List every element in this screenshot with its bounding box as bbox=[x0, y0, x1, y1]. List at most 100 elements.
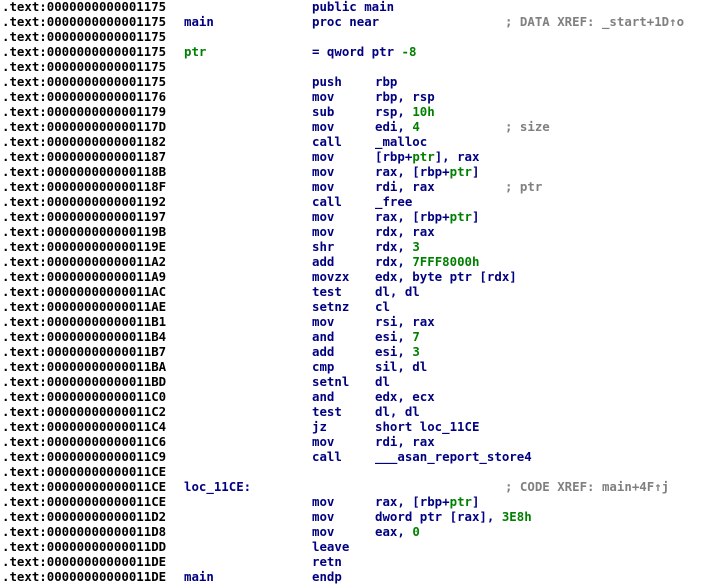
line-operands[interactable]: rdx, 7FFF8000h bbox=[375, 254, 479, 269]
line-address[interactable]: .text:0000000000001175 bbox=[2, 74, 166, 89]
listing-line[interactable]: .text:00000000000011DD leave bbox=[0, 539, 702, 554]
line-operands[interactable]: ___asan_report_store4 bbox=[375, 449, 532, 464]
listing-line[interactable]: .text:00000000000011C2 test dl, dl bbox=[0, 404, 702, 419]
line-address[interactable]: .text:0000000000001176 bbox=[2, 89, 166, 104]
listing-line[interactable]: .text:00000000000011C6 mov rdi, rax bbox=[0, 434, 702, 449]
line-address[interactable]: .text:00000000000011C9 bbox=[2, 449, 166, 464]
listing-line[interactable]: .text:0000000000001175 ptr = qword ptr -8 bbox=[0, 44, 702, 59]
line-address[interactable]: .text:00000000000011AE bbox=[2, 299, 166, 314]
line-operands[interactable]: rdx, rax bbox=[375, 224, 435, 239]
listing-line[interactable]: .text:00000000000011CE bbox=[0, 464, 702, 479]
listing-line[interactable]: .text:00000000000011B7 add esi, 3 bbox=[0, 344, 702, 359]
listing-line[interactable]: .text:00000000000011CE mov rax, [rbp+ptr] bbox=[0, 494, 702, 509]
line-operands[interactable]: edx, byte ptr [rdx] bbox=[375, 269, 517, 284]
listing-line[interactable]: .text:00000000000011C9 call ___asan_report… bbox=[0, 449, 702, 464]
disassembly-listing[interactable]: .text:0000000000001175 public main .text:0… bbox=[0, 0, 702, 584]
line-address[interactable]: .text:0000000000001175 bbox=[2, 44, 166, 59]
line-address[interactable]: .text:00000000000011B7 bbox=[2, 344, 166, 359]
listing-line[interactable]: .text:0000000000001175 push rbp bbox=[0, 74, 702, 89]
listing-line[interactable]: .text:0000000000001175 public main bbox=[0, 0, 702, 14]
line-operands[interactable]: dl, dl bbox=[375, 404, 420, 419]
line-label[interactable]: main bbox=[184, 14, 214, 29]
line-address[interactable]: .text:000000000000119E bbox=[2, 239, 166, 254]
listing-line[interactable]: .text:000000000000119E shr rdx, 3 bbox=[0, 239, 702, 254]
line-address[interactable]: .text:00000000000011DE bbox=[2, 569, 166, 584]
line-address[interactable]: .text:00000000000011C6 bbox=[2, 434, 166, 449]
listing-line[interactable]: .text:00000000000011B1 mov rsi, rax bbox=[0, 314, 702, 329]
line-address[interactable]: .text:000000000000117D bbox=[2, 119, 166, 134]
line-address[interactable]: .text:0000000000001175 bbox=[2, 14, 166, 29]
line-operands[interactable]: dl, dl bbox=[375, 284, 420, 299]
line-label[interactable]: main bbox=[184, 569, 214, 584]
line-address[interactable]: .text:0000000000001182 bbox=[2, 134, 166, 149]
line-operands[interactable]: [rbp+ptr], rax bbox=[375, 149, 479, 164]
listing-line[interactable]: .text:0000000000001176 mov rbp, rsp bbox=[0, 89, 702, 104]
line-operands[interactable]: rdi, rax bbox=[375, 434, 435, 449]
listing-line[interactable]: .text:00000000000011B4 and esi, 7 bbox=[0, 329, 702, 344]
line-address[interactable]: .text:00000000000011DD bbox=[2, 539, 166, 554]
line-address[interactable]: .text:00000000000011C0 bbox=[2, 389, 166, 404]
listing-line[interactable]: .text:000000000000118F mov rdi, rax ; ptr bbox=[0, 179, 702, 194]
line-address[interactable]: .text:000000000000118F bbox=[2, 179, 166, 194]
line-operands[interactable]: rsi, rax bbox=[375, 314, 435, 329]
line-operands[interactable]: rax, [rbp+ptr] bbox=[375, 209, 479, 224]
line-operands[interactable]: rax, [rbp+ptr] bbox=[375, 494, 479, 509]
line-address[interactable]: .text:000000000000119B bbox=[2, 224, 166, 239]
listing-line[interactable]: .text:00000000000011BA cmp sil, dl bbox=[0, 359, 702, 374]
listing-line[interactable]: .text:00000000000011D8 mov eax, 0 bbox=[0, 524, 702, 539]
listing-line[interactable]: .text:00000000000011BD setnl dl bbox=[0, 374, 702, 389]
line-address[interactable]: .text:0000000000001175 bbox=[2, 59, 166, 74]
line-address[interactable]: .text:00000000000011B4 bbox=[2, 329, 166, 344]
listing-line[interactable]: .text:0000000000001192 call _free bbox=[0, 194, 702, 209]
line-address[interactable]: .text:00000000000011A2 bbox=[2, 254, 166, 269]
line-address[interactable]: .text:00000000000011AC bbox=[2, 284, 166, 299]
line-operands[interactable]: esi, 3 bbox=[375, 344, 420, 359]
line-operands[interactable]: _free bbox=[375, 194, 412, 209]
line-address[interactable]: .text:00000000000011D8 bbox=[2, 524, 166, 539]
line-address[interactable]: .text:0000000000001175 bbox=[2, 29, 166, 44]
line-operands[interactable]: cl bbox=[375, 299, 390, 314]
line-operands[interactable]: rax, [rbp+ptr] bbox=[375, 164, 479, 179]
listing-line[interactable]: .text:000000000000117D mov edi, 4 ; size bbox=[0, 119, 702, 134]
line-address[interactable]: .text:00000000000011D2 bbox=[2, 509, 166, 524]
line-address[interactable]: .text:00000000000011C4 bbox=[2, 419, 166, 434]
line-address[interactable]: .text:00000000000011A9 bbox=[2, 269, 166, 284]
line-operands[interactable]: dword ptr [rax], 3E8h bbox=[375, 509, 532, 524]
line-operands[interactable]: rdi, rax bbox=[375, 179, 435, 194]
line-operands[interactable]: sil, dl bbox=[375, 359, 427, 374]
line-address[interactable]: .text:00000000000011CE bbox=[2, 494, 166, 509]
line-address[interactable]: .text:00000000000011CE bbox=[2, 479, 166, 494]
listing-line[interactable]: .text:0000000000001179 sub rsp, 10h bbox=[0, 104, 702, 119]
line-operands[interactable]: rbp, rsp bbox=[375, 89, 435, 104]
listing-line[interactable]: .text:00000000000011DE main endp bbox=[0, 569, 702, 584]
line-address[interactable]: .text:00000000000011DE bbox=[2, 554, 166, 569]
line-operands[interactable]: esi, 7 bbox=[375, 329, 420, 344]
listing-line[interactable]: .text:00000000000011AE setnz cl bbox=[0, 299, 702, 314]
listing-line[interactable]: .text:0000000000001175 bbox=[0, 59, 702, 74]
listing-line[interactable]: .text:0000000000001187 mov [rbp+ptr], rax bbox=[0, 149, 702, 164]
listing-line[interactable]: .text:00000000000011CE loc_11CE: ; CODE XR… bbox=[0, 479, 702, 494]
listing-line[interactable]: .text:00000000000011A9 movzx edx, byte ptr… bbox=[0, 269, 702, 284]
line-address[interactable]: .text:0000000000001197 bbox=[2, 209, 166, 224]
line-address[interactable]: .text:00000000000011BA bbox=[2, 359, 166, 374]
line-operands[interactable]: rbp bbox=[375, 74, 397, 89]
line-operands[interactable]: edi, 4 bbox=[375, 119, 420, 134]
line-label[interactable]: loc_11CE: bbox=[184, 479, 251, 494]
line-operands[interactable]: edx, ecx bbox=[375, 389, 435, 404]
line-address[interactable]: .text:0000000000001179 bbox=[2, 104, 166, 119]
line-operands[interactable]: rsp, 10h bbox=[375, 104, 435, 119]
line-operands[interactable]: eax, 0 bbox=[375, 524, 420, 539]
line-operands[interactable]: rdx, 3 bbox=[375, 239, 420, 254]
listing-line[interactable]: .text:0000000000001175 main proc near ; DAT… bbox=[0, 14, 702, 29]
listing-line[interactable]: .text:00000000000011C0 and edx, ecx bbox=[0, 389, 702, 404]
listing-line[interactable]: .text:00000000000011D2 mov dword ptr [rax]… bbox=[0, 509, 702, 524]
listing-line[interactable]: .text:00000000000011AC test dl, dl bbox=[0, 284, 702, 299]
line-address[interactable]: .text:00000000000011CE bbox=[2, 464, 166, 479]
listing-line[interactable]: .text:000000000000119B mov rdx, rax bbox=[0, 224, 702, 239]
line-address[interactable]: .text:0000000000001187 bbox=[2, 149, 166, 164]
listing-line[interactable]: .text:0000000000001175 bbox=[0, 29, 702, 44]
listing-line[interactable]: .text:00000000000011DE retn bbox=[0, 554, 702, 569]
listing-line[interactable]: .text:000000000000118B mov rax, [rbp+ptr] bbox=[0, 164, 702, 179]
line-address[interactable]: .text:00000000000011BD bbox=[2, 374, 166, 389]
line-label[interactable]: ptr bbox=[184, 44, 206, 59]
